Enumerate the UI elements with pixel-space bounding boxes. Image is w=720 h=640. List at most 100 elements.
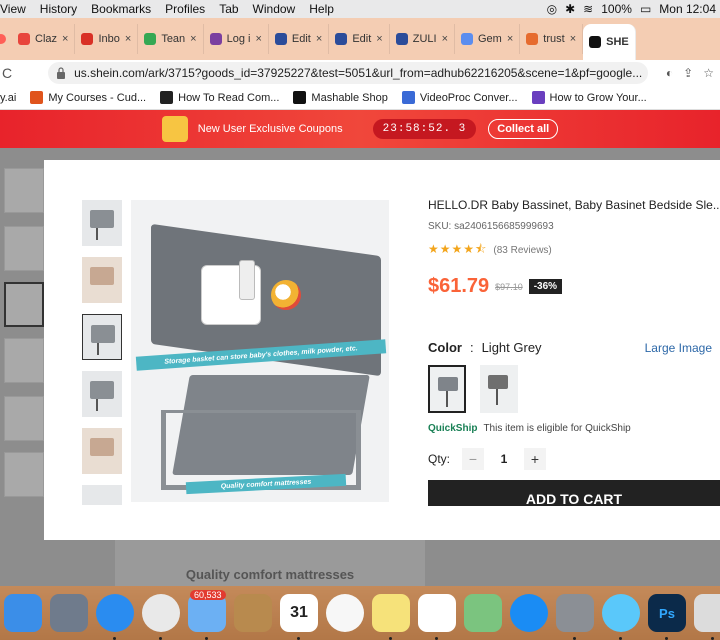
original-price: $97.10 — [495, 281, 523, 292]
tab-favicon-icon — [144, 33, 157, 45]
reload-icon[interactable]: C — [2, 65, 12, 81]
tab-close-icon[interactable]: × — [316, 33, 322, 45]
browser-tab[interactable]: Claz × — [12, 24, 76, 54]
share-icon[interactable]: ⇪ — [683, 66, 693, 80]
menu-bookmarks[interactable]: Bookmarks — [91, 2, 151, 16]
preview-icon[interactable] — [694, 594, 720, 640]
browser-tab[interactable]: SHE — [583, 24, 636, 60]
launchpad-icon[interactable] — [50, 594, 88, 632]
messages-icon[interactable] — [602, 594, 640, 640]
countdown-timer: 23:58:52. 3 — [372, 119, 477, 139]
swatch-alternate[interactable] — [480, 365, 518, 413]
site-info-icon[interactable] — [56, 67, 66, 79]
bookmark-item[interactable]: How to Grow Your... — [531, 91, 647, 104]
bookmark-label: Mashable Shop — [311, 91, 388, 104]
tab-close-icon[interactable]: × — [570, 33, 576, 45]
bg-thumbnail — [4, 338, 44, 383]
menu-window[interactable]: Window — [253, 2, 296, 16]
control-icon[interactable]: ◎ — [547, 2, 557, 16]
browser-tab[interactable]: Tean × — [138, 24, 204, 54]
app-store-icon[interactable] — [510, 594, 548, 632]
ball — [271, 280, 301, 310]
thumbnail[interactable] — [82, 257, 122, 303]
safari-icon[interactable] — [96, 594, 134, 640]
tab-close-icon[interactable]: × — [255, 33, 261, 45]
promo-banner[interactable]: New User Exclusive Coupons 23:58:52. 3 C… — [0, 110, 720, 148]
thumbnail[interactable] — [82, 428, 122, 474]
tab-label: SHE — [606, 36, 629, 48]
calendar-icon[interactable]: 31 — [280, 594, 318, 640]
tab-label: Gem — [478, 33, 502, 45]
main-product-image[interactable]: Storage basket can store baby's clothes,… — [131, 200, 389, 502]
browser-tab[interactable]: trust × — [520, 24, 584, 54]
menu-history[interactable]: History — [40, 2, 77, 16]
bookmark-item[interactable]: y.ai — [0, 92, 16, 104]
photos-icon[interactable] — [326, 594, 364, 632]
qty-value[interactable]: 1 — [484, 452, 524, 466]
tab-label: Inbo — [98, 33, 120, 45]
menu-tab[interactable]: Tab — [219, 2, 238, 16]
bookmark-item[interactable]: VideoProc Conver... — [401, 91, 518, 104]
bookmark-item[interactable]: How To Read Com... — [160, 91, 279, 104]
qty-increase-button[interactable]: + — [524, 448, 547, 470]
photoshop-icon[interactable]: Ps — [648, 594, 686, 640]
battery-percent: 100% — [601, 2, 632, 16]
notes-icon[interactable] — [372, 594, 410, 640]
bookmark-item[interactable]: My Courses - Cud... — [30, 91, 146, 104]
browser-tab[interactable]: Gem × — [455, 24, 521, 54]
bluetooth-icon[interactable]: ✱ — [565, 2, 575, 16]
tab-close-icon[interactable]: × — [125, 33, 131, 45]
window-close-icon[interactable] — [0, 34, 6, 44]
tab-close-icon[interactable]: × — [376, 33, 382, 45]
menu-help[interactable]: Help — [309, 2, 334, 16]
notefile-icon[interactable] — [234, 594, 272, 632]
collect-all-button[interactable]: Collect all — [488, 119, 559, 139]
battery-icon[interactable]: ▭ — [640, 2, 651, 16]
mail-icon[interactable]: 60,533 — [188, 590, 226, 640]
tab-favicon-icon — [395, 33, 408, 45]
tab-close-icon[interactable]: × — [442, 33, 448, 45]
reminders-icon[interactable] — [418, 594, 456, 640]
tab-close-icon[interactable]: × — [190, 33, 196, 45]
color-value: Light Grey — [481, 340, 542, 355]
swatch-light-grey[interactable] — [428, 365, 466, 413]
bookmark-item[interactable]: Mashable Shop — [293, 91, 388, 104]
qty-decrease-button[interactable]: − — [462, 448, 485, 470]
tab-close-icon[interactable]: × — [507, 33, 513, 45]
thumbnail[interactable] — [82, 200, 122, 246]
browser-tab[interactable]: Log i × — [204, 24, 269, 54]
extension-icon[interactable]: ◐ — [666, 66, 673, 80]
add-to-cart-button[interactable]: ADD TO CART — [428, 480, 720, 506]
thumbnail[interactable] — [82, 371, 122, 417]
address-bar-row: C us.shein.com/ark/3715?goods_id=3792522… — [0, 60, 720, 86]
bookmark-label: VideoProc Conver... — [419, 91, 518, 104]
tab-favicon-icon — [335, 33, 348, 45]
maps-icon[interactable] — [464, 594, 502, 632]
tab-label: trust — [543, 33, 565, 45]
url-field[interactable]: us.shein.com/ark/3715?goods_id=37925227&… — [48, 62, 649, 84]
bookmark-label: y.ai — [0, 91, 17, 104]
menubar-clock[interactable]: Mon 12:04 — [659, 2, 716, 16]
thumbnail-list — [82, 200, 122, 516]
product-title[interactable]: HELLO.DR Baby Bassinet, Baby Basinet Bed… — [428, 198, 720, 212]
tab-label: Claz — [35, 33, 58, 45]
thumbnail[interactable] — [82, 485, 122, 505]
chrome-icon[interactable] — [142, 594, 180, 640]
menu-profiles[interactable]: Profiles — [165, 2, 205, 16]
large-image-link[interactable]: Large Image — [645, 341, 720, 355]
bookmark-star-icon[interactable]: ☆ — [703, 66, 714, 80]
rating-row[interactable]: ★★★★⯪ (83 Reviews) — [428, 240, 720, 261]
browser-tab[interactable]: Edit × — [329, 24, 390, 54]
menu-view[interactable]: View — [0, 2, 26, 16]
thumbnail-selected[interactable] — [82, 314, 122, 360]
macos-dock: 60,533 31 Ps — [0, 586, 720, 640]
finder-icon[interactable] — [4, 594, 42, 632]
bookmark-label: How to Grow Your... — [549, 91, 647, 104]
review-count[interactable]: (83 Reviews) — [493, 245, 551, 256]
wifi-icon[interactable]: ≋ — [583, 2, 593, 16]
tab-close-icon[interactable]: × — [62, 33, 68, 45]
browser-tab[interactable]: Edit × — [269, 24, 330, 54]
browser-tab[interactable]: ZULI × — [390, 24, 455, 54]
browser-tab[interactable]: Inbo × — [75, 24, 139, 54]
system-preferences-icon[interactable] — [556, 594, 594, 640]
